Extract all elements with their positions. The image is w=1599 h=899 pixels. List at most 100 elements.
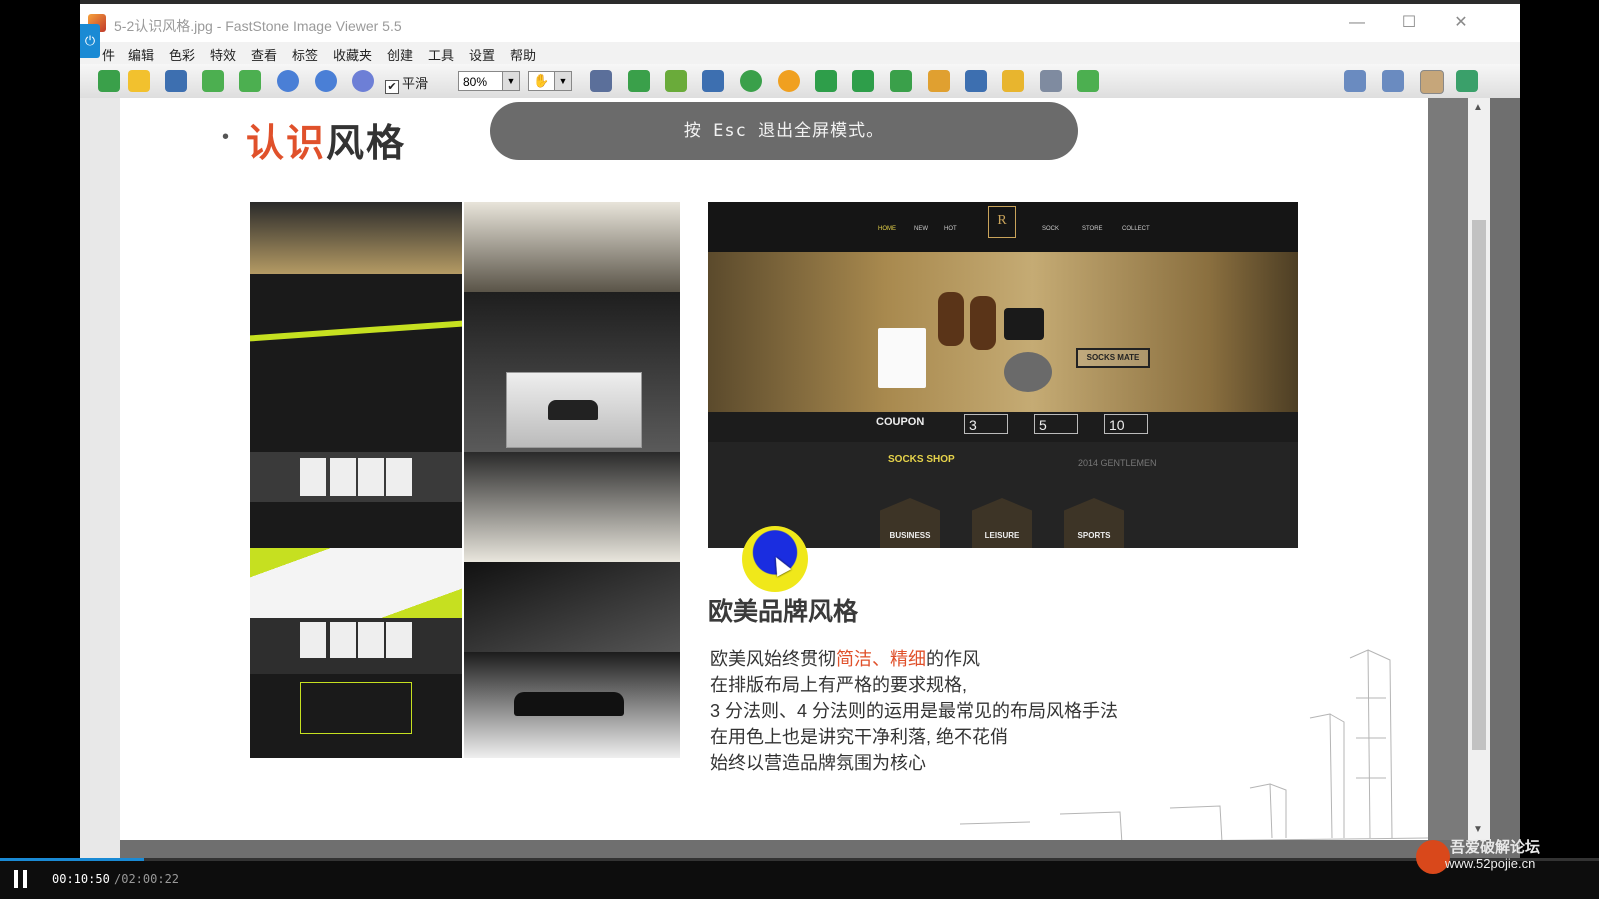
coupon-5: 5 [1034,414,1078,434]
rotate-left-icon[interactable] [815,70,837,92]
chevron-down-icon: ▼ [554,72,571,90]
left-black-margin [0,0,80,858]
coupon-10: 10 [1104,414,1148,434]
hero-banner: SOCKS MATE [708,252,1298,412]
menu-tools[interactable]: 工具 [428,45,454,64]
zoom-value: 80% [463,75,488,89]
tall-screenshot-right [464,202,680,758]
site-header: HOME NEW HOT R SOCK STORE COLLECT [708,202,1298,252]
socks-mate-label: SOCKS MATE [1076,348,1150,368]
panel-layout-icon[interactable] [1382,70,1404,92]
menu-settings[interactable]: 设置 [469,45,495,64]
gentlemen-label: 2014 GENTLEMEN [1078,458,1157,468]
colors-icon[interactable] [702,70,724,92]
scroll-up-icon[interactable]: ▲ [1473,102,1483,113]
slideshow-icon[interactable] [590,70,612,92]
menu-effects[interactable]: 特效 [210,45,236,64]
video-player-bar: 00:10:50 /02:00:22 [0,858,1599,899]
previous-icon[interactable] [202,70,224,92]
site-nav-new: NEW [914,226,928,232]
resize-icon[interactable] [628,70,650,92]
left-panel-strip [80,98,120,858]
batch-icon[interactable] [1077,70,1099,92]
coupon-3: 3 [964,414,1008,434]
toolbar: ✔ 平滑 80% ▼ ✋ ▼ [80,64,1520,99]
email-icon[interactable] [1002,70,1024,92]
desc-separator: 、 [872,649,890,669]
power-icon[interactable]: ⏻ [80,24,100,58]
desc-line-5: 始终以营造品牌氛围为核心 [710,753,926,773]
menu-color[interactable]: 色彩 [169,45,195,64]
zoom-select[interactable]: 80% ▼ [458,71,520,91]
menu-tags[interactable]: 标签 [292,45,318,64]
menu-view[interactable]: 查看 [251,45,277,64]
current-time: 00:10:50 [52,872,110,886]
minimize-button[interactable]: — [1346,12,1368,34]
save-icon[interactable] [165,70,187,92]
smooth-checkbox[interactable]: ✔ 平滑 [385,73,428,94]
menu-bar: 件 编辑 色彩 特效 查看 标签 收藏夹 创建 工具 设置 帮助 [80,42,1520,65]
print-icon[interactable] [1040,70,1062,92]
compare-icon[interactable] [890,70,912,92]
pause-icon[interactable] [14,870,28,888]
city-sketch-decoration [959,649,1428,840]
scroll-down-icon[interactable]: ▼ [1473,824,1483,835]
menu-favorites[interactable]: 收藏夹 [333,45,372,64]
window-title: 5-2认识风格.jpg - FastStone Image Viewer 5.5 [114,18,402,34]
site-nav-hot: HOT [944,226,957,232]
image-canvas[interactable]: • 认识风格 HOME NEW HOT R SOCK STORE COLLECT… [120,98,1428,840]
menu-file[interactable]: 件 [102,45,115,64]
site-nav-home: HOME [878,226,896,232]
hand-tool-select[interactable]: ✋ ▼ [528,71,572,91]
menu-create[interactable]: 创建 [387,45,413,64]
actual-size-icon[interactable] [352,70,374,92]
socks-shop-label: SOCKS SHOP [888,454,955,465]
folder-icon[interactable] [128,70,150,92]
watermark-url: www.52pojie.cn [1445,856,1536,871]
desc-line-1-pre: 欧美风始终贯彻 [710,649,836,669]
right-black-margin [1520,0,1599,858]
site-nav-collect: COLLECT [1122,226,1150,232]
chevron-down-icon: ▼ [502,72,519,90]
zoom-out-icon[interactable] [315,70,337,92]
rotate-right-icon[interactable] [852,70,874,92]
tall-screenshot-left [250,202,462,758]
fullscreen-icon[interactable] [1456,70,1478,92]
faststone-window: 5-2认识风格.jpg - FastStone Image Viewer 5.5… [80,0,1520,858]
image-viewer[interactable]: • 认识风格 HOME NEW HOT R SOCK STORE COLLECT… [80,98,1520,858]
draw-icon[interactable] [965,70,987,92]
vertical-scrollbar[interactable]: ▲ ▼ [1468,98,1490,840]
menu-help[interactable]: 帮助 [510,45,536,64]
heading-text: 风格 [326,123,407,165]
scrollbar-thumb[interactable] [1472,220,1486,750]
watermark-title: 吾爱破解论坛 [1450,839,1541,856]
total-time: /02:00:22 [114,872,180,886]
zoom-in-icon[interactable] [277,70,299,92]
effects-icon[interactable] [778,70,800,92]
title-bar[interactable]: 5-2认识风格.jpg - FastStone Image Viewer 5.5… [80,0,1520,42]
brand-website-screenshot: HOME NEW HOT R SOCK STORE COLLECT SOCKS … [708,202,1298,548]
crop-icon[interactable] [665,70,687,92]
viewer-mode-icon[interactable] [1420,70,1444,94]
bullet: • [222,126,230,148]
coupon-label: COUPON [876,416,925,428]
open-icon[interactable] [98,70,120,92]
browser-layout-icon[interactable] [1344,70,1366,92]
site-nav-sock: SOCK [1042,226,1060,232]
checkbox-check-icon: ✔ [385,80,399,94]
progress-track[interactable] [0,858,1599,861]
desc-highlight-simple: 简洁 [836,649,872,669]
site-logo: R [988,206,1016,238]
close-button[interactable]: ✕ [1450,12,1472,34]
menu-edit[interactable]: 编辑 [128,45,154,64]
progress-fill [0,858,144,861]
maximize-button[interactable]: ☐ [1398,12,1420,34]
frame-icon[interactable] [928,70,950,92]
slide-heading: 认识风格 [246,112,406,167]
site-nav-store: STORE [1082,226,1103,232]
heading-highlight: 认识 [246,123,327,165]
style-title: 欧美品牌风格 [708,598,859,626]
hand-icon: ✋ [533,73,550,88]
person-icon[interactable] [740,70,762,92]
next-icon[interactable] [239,70,261,92]
